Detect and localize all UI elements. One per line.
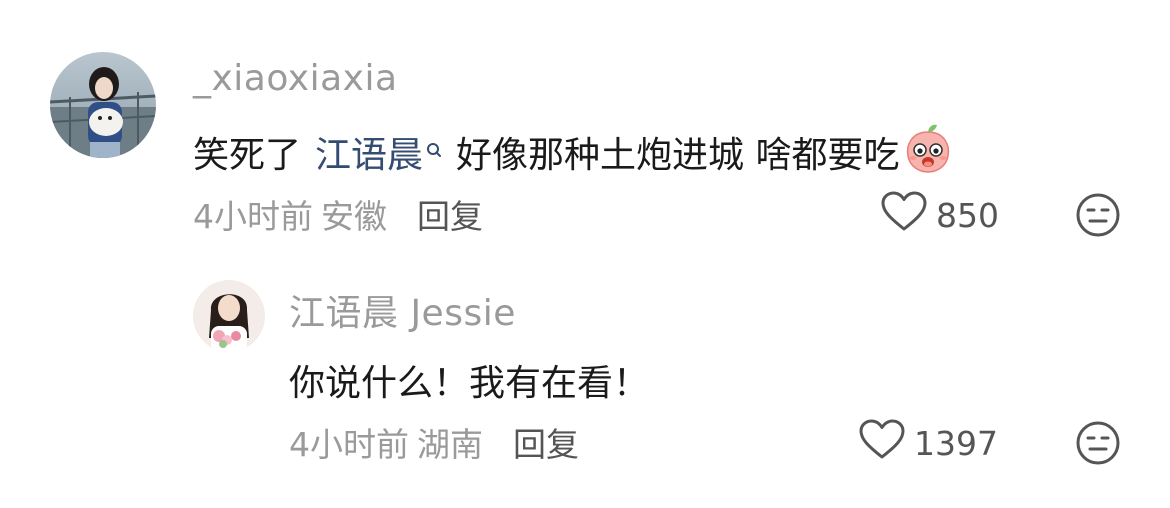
timestamp: 4小时前 — [289, 425, 409, 464]
like-count: 850 — [936, 195, 999, 235]
dislike-button[interactable] — [1075, 420, 1121, 466]
reply-button[interactable]: 回复 — [417, 190, 483, 238]
neutral-face-icon — [1076, 421, 1120, 465]
reply-button[interactable]: 回复 — [513, 418, 579, 466]
avatar[interactable] — [193, 280, 265, 352]
dislike-button[interactable] — [1075, 192, 1121, 238]
like-button[interactable]: 1397 — [858, 418, 998, 468]
heart-outline-icon — [858, 418, 906, 468]
comment-text: 笑死了 江语晨 好像那种土炮进城 啥都要吃 — [193, 122, 953, 182]
username[interactable]: _xiaoxiaxia — [193, 58, 398, 99]
avatar-photo — [50, 52, 156, 158]
avatar-photo — [193, 280, 265, 352]
timestamp: 4小时前 — [193, 197, 313, 236]
location: 湖南 — [417, 425, 483, 464]
avatar[interactable] — [50, 52, 156, 158]
comment-text-part: 好像那种土炮进城 啥都要吃 — [456, 135, 900, 176]
like-button[interactable]: 850 — [880, 190, 999, 240]
username[interactable]: 江语晨 Jessie — [289, 284, 516, 336]
comment-meta: 4小时前 湖南 回复 — [289, 420, 579, 464]
like-count: 1397 — [914, 423, 998, 463]
comment-meta: 4小时前 安徽 回复 — [193, 192, 483, 236]
comment-text-part: 笑死了 — [193, 135, 302, 176]
mention-link[interactable]: 江语晨 — [315, 126, 423, 178]
heart-outline-icon — [880, 190, 928, 240]
neutral-face-icon — [1076, 193, 1120, 237]
location: 安徽 — [321, 197, 387, 236]
search-icon — [426, 132, 442, 173]
peach-face-emoji — [903, 122, 953, 183]
comment-text: 你说什么！我有在看！ — [289, 363, 650, 404]
